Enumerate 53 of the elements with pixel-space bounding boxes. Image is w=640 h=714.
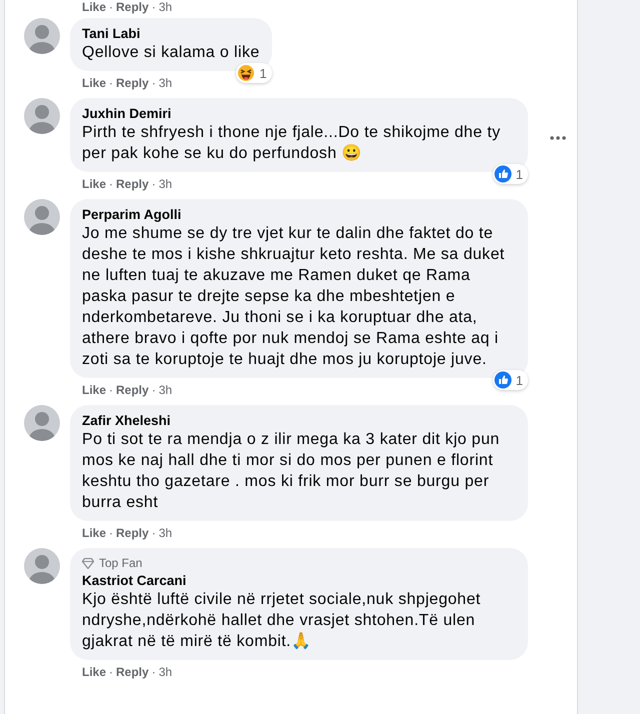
separator-dot: · (109, 383, 114, 398)
timestamp: 3h (158, 0, 172, 15)
comment-text: Qellove si kalama o like (82, 43, 260, 63)
author-name[interactable]: Juxhin Demiri (82, 105, 516, 122)
author-name[interactable]: Kastriot Carcani (82, 572, 516, 589)
reply-link[interactable]: Reply (116, 76, 149, 91)
separator-dot: · (152, 177, 156, 192)
like-link[interactable]: Like (82, 177, 106, 192)
comment-text: Pirth te shfryesh i thone nje fjale...Do te shikojme dhe ty per pak kohe se ku do perfundosh 😀 (82, 123, 502, 164)
like-link[interactable]: Like (82, 665, 106, 680)
top-fan-label: Top Fan (99, 555, 142, 571)
diamond-icon (82, 558, 94, 568)
reaction-count[interactable]: 1 (492, 370, 528, 390)
separator-dot: · (152, 0, 156, 15)
like-link[interactable]: Like (82, 0, 106, 15)
reply-link[interactable]: Reply (116, 665, 149, 680)
separator-dot: · (109, 76, 114, 91)
separator-dot: · (152, 383, 156, 398)
separator-dot: · (109, 526, 114, 541)
avatar[interactable] (24, 98, 60, 134)
avatar[interactable] (24, 18, 60, 54)
author-name[interactable]: Perparim Agolli (82, 206, 516, 223)
laughing-emoji-icon (237, 64, 256, 82)
reply-link[interactable]: Reply (116, 177, 149, 192)
avatar[interactable] (24, 548, 60, 584)
like-link[interactable]: Like (82, 76, 106, 91)
separator-dot: · (152, 76, 156, 91)
author-name[interactable]: Zafir Xheleshi (82, 412, 516, 429)
separator-dot: · (109, 177, 114, 192)
thumbs-up-icon (494, 371, 512, 389)
comment-text: Jo me shume se dy tre vjet kur te dalin dhe faktet do te deshe te mos i kishe shkruajtur keto reshta. Me sa duket ne luften tuaj te akuzave me Ramen duket qe Rama paska pasur te drejte sepse ka dhe mbeshtetjen e nderkombetareve. Ju thoni se i ka koruptuar dhe ata, athere bravo i qofte por nuk mendoj se Rama eshte aq i zoti sa te koruptoje te huajt dhe mos ju koruptoje juve. (82, 224, 506, 370)
avatar[interactable] (24, 405, 60, 441)
thumbs-up-icon (494, 165, 512, 183)
author-name[interactable]: Tani Labi (82, 25, 260, 42)
timestamp: 3h (158, 526, 172, 541)
comment-text: Po ti sot te ra mendja o z ilir mega ka 3 kater dit kjo pun mos ke naj hall dhe ti mor si do mos per punen e florint keshtu tho gazetare . mos ki frik mor burr se burgu per burra esht (82, 430, 501, 513)
separator-dot: · (109, 0, 114, 15)
reply-link[interactable]: Reply (116, 0, 149, 15)
reply-link[interactable]: Reply (116, 526, 149, 541)
reply-link[interactable]: Reply (116, 383, 149, 398)
avatar[interactable] (24, 199, 60, 235)
timestamp: 3h (158, 76, 172, 91)
comment-text: Kjo është luftë civile në rrjetet sociale,nuk shpjegohet ndryshe,ndërkohë hallet dhe vrasjet shtohen.Të ulen gjakrat në të mirë të kombit.🙏 (82, 590, 482, 652)
reaction-count[interactable]: 1 (236, 63, 272, 83)
separator-dot: · (109, 665, 114, 680)
separator-dot: · (152, 665, 156, 680)
timestamp: 3h (158, 383, 172, 398)
reaction-count[interactable]: 1 (492, 164, 528, 184)
timestamp: 3h (158, 665, 172, 680)
timestamp: 3h (158, 177, 172, 192)
like-link[interactable]: Like (82, 526, 106, 541)
separator-dot: · (152, 526, 156, 541)
like-link[interactable]: Like (82, 383, 106, 398)
